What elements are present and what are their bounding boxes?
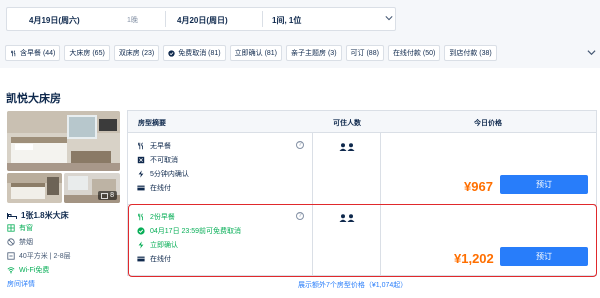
photo-count-badge[interactable]: 8 xyxy=(98,191,117,200)
rooms-guests-select[interactable]: 1间, 1位 xyxy=(272,15,301,26)
size-floor-label: 40平方米 | 2-8层 xyxy=(19,253,71,260)
offer-price: ¥967 xyxy=(464,179,493,194)
filter-label: 含早餐 (44) xyxy=(20,50,56,57)
checkin-date[interactable]: 4月19日(周六) xyxy=(29,15,80,26)
filter-label: 双床房 (23) xyxy=(118,50,155,57)
filter-label: 亲子主题房 (3) xyxy=(291,50,337,57)
book-button[interactable]: 预订 xyxy=(500,175,588,194)
photo-count: 8 xyxy=(110,192,114,199)
filter-label: 立即确认 (81) xyxy=(234,50,278,57)
col-header-guests: 可住人数 xyxy=(333,120,361,127)
wifi-icon xyxy=(7,267,15,274)
window-info: 有窗 xyxy=(7,223,33,233)
filter-pay-online[interactable]: 在线付款 (50) xyxy=(387,45,441,61)
filter-label: 在线付款 (50) xyxy=(392,50,436,57)
check-circle-icon xyxy=(168,49,175,57)
room-photo-main[interactable] xyxy=(7,111,120,171)
filter-label: 大床房 (65) xyxy=(69,50,105,57)
payment-label: 在线付 xyxy=(150,185,171,192)
rate-table-header: 房型摘要 可住人数 今日价格 xyxy=(128,111,596,133)
chevron-down-icon[interactable] xyxy=(385,14,393,22)
breakfast-icon xyxy=(11,49,16,56)
filter-label: 可订 (88) xyxy=(350,50,379,57)
filter-free-cancel[interactable]: 免费取消 (81) xyxy=(163,45,226,61)
filter-king-bed[interactable]: 大床房 (65) xyxy=(64,45,110,61)
filter-label: 到店付款 (38) xyxy=(449,50,492,57)
checkout-date[interactable]: 4月20日(周日) xyxy=(177,15,228,26)
bed-label: 1张1.8米大床 xyxy=(21,211,69,220)
offer-breakfast: 无早餐 xyxy=(137,141,171,151)
divider xyxy=(165,11,166,27)
search-band: 4月19日(周六) 1晚 4月20日(周日) 1间, 1位 xyxy=(0,0,600,40)
nights-count: 1晚 xyxy=(127,17,138,24)
lightning-icon xyxy=(138,170,144,178)
offer-payment: 在线付 xyxy=(137,183,171,193)
smoking-info: 禁烟 xyxy=(7,237,33,247)
image-icon xyxy=(101,192,108,199)
filter-chips: 含早餐 (44) 大床房 (65) 双床房 (23) 免费取消 (81) 立即确… xyxy=(5,45,497,61)
room-photo xyxy=(7,111,120,171)
offer-confirm: 5分钟内确认 xyxy=(137,169,189,179)
two-guests-icon xyxy=(339,143,355,151)
filter-available[interactable]: 可订 (88) xyxy=(345,45,384,61)
room-photo-thumb[interactable] xyxy=(7,173,62,203)
show-more-rates-link[interactable]: 展示额外7个房型价格（¥1,074起） xyxy=(298,280,407,290)
breakfast-label: 无早餐 xyxy=(150,143,171,150)
filter-breakfast[interactable]: 含早餐 (44) xyxy=(5,45,61,61)
wifi-info: Wi-Fi免费 xyxy=(7,265,49,275)
size-floor-info: 40平方米 | 2-8层 xyxy=(7,251,71,261)
confirm-label: 5分钟内确认 xyxy=(150,171,189,178)
smoking-label: 禁烟 xyxy=(19,239,33,246)
filter-family-room[interactable]: 亲子主题房 (3) xyxy=(286,45,342,61)
breakfast-icon xyxy=(138,142,143,150)
col-header-policy: 房型摘要 xyxy=(138,120,166,127)
no-refund-icon xyxy=(137,156,145,164)
card-icon xyxy=(137,185,145,191)
offer-cancel-policy: 不可取消 xyxy=(137,155,178,165)
col-header-price: 今日价格 xyxy=(474,120,502,127)
window-icon xyxy=(7,224,15,232)
filter-band: 含早餐 (44) 大床房 (65) 双床房 (23) 免费取消 (81) 立即确… xyxy=(0,40,600,68)
filter-twin-bed[interactable]: 双床房 (23) xyxy=(113,45,160,61)
chevron-down-icon[interactable] xyxy=(587,48,596,57)
filter-label: 免费取消 (81) xyxy=(178,50,221,57)
bed-icon xyxy=(7,212,17,219)
filter-instant-confirm[interactable]: 立即确认 (81) xyxy=(229,45,283,61)
room-type-title: 凯悦大床房 xyxy=(6,93,61,105)
room-photo-thumb[interactable]: 8 xyxy=(64,173,120,203)
no-smoking-icon xyxy=(7,238,15,246)
area-icon xyxy=(7,252,15,260)
room-photo xyxy=(7,173,62,203)
highlighted-offer-outline xyxy=(128,204,597,277)
help-icon[interactable]: ? xyxy=(296,141,304,149)
bed-info: 1张1.8米大床 xyxy=(7,210,69,221)
window-label: 有窗 xyxy=(19,225,33,232)
room-details-link[interactable]: 房间详情 xyxy=(7,279,35,289)
cancel-label: 不可取消 xyxy=(150,157,178,164)
filter-pay-at-hotel[interactable]: 到店付款 (38) xyxy=(444,45,497,61)
wifi-label: Wi-Fi免费 xyxy=(19,267,50,274)
date-room-selector[interactable]: 4月19日(周六) 1晚 4月20日(周日) 1间, 1位 xyxy=(6,7,396,31)
divider xyxy=(262,11,263,27)
